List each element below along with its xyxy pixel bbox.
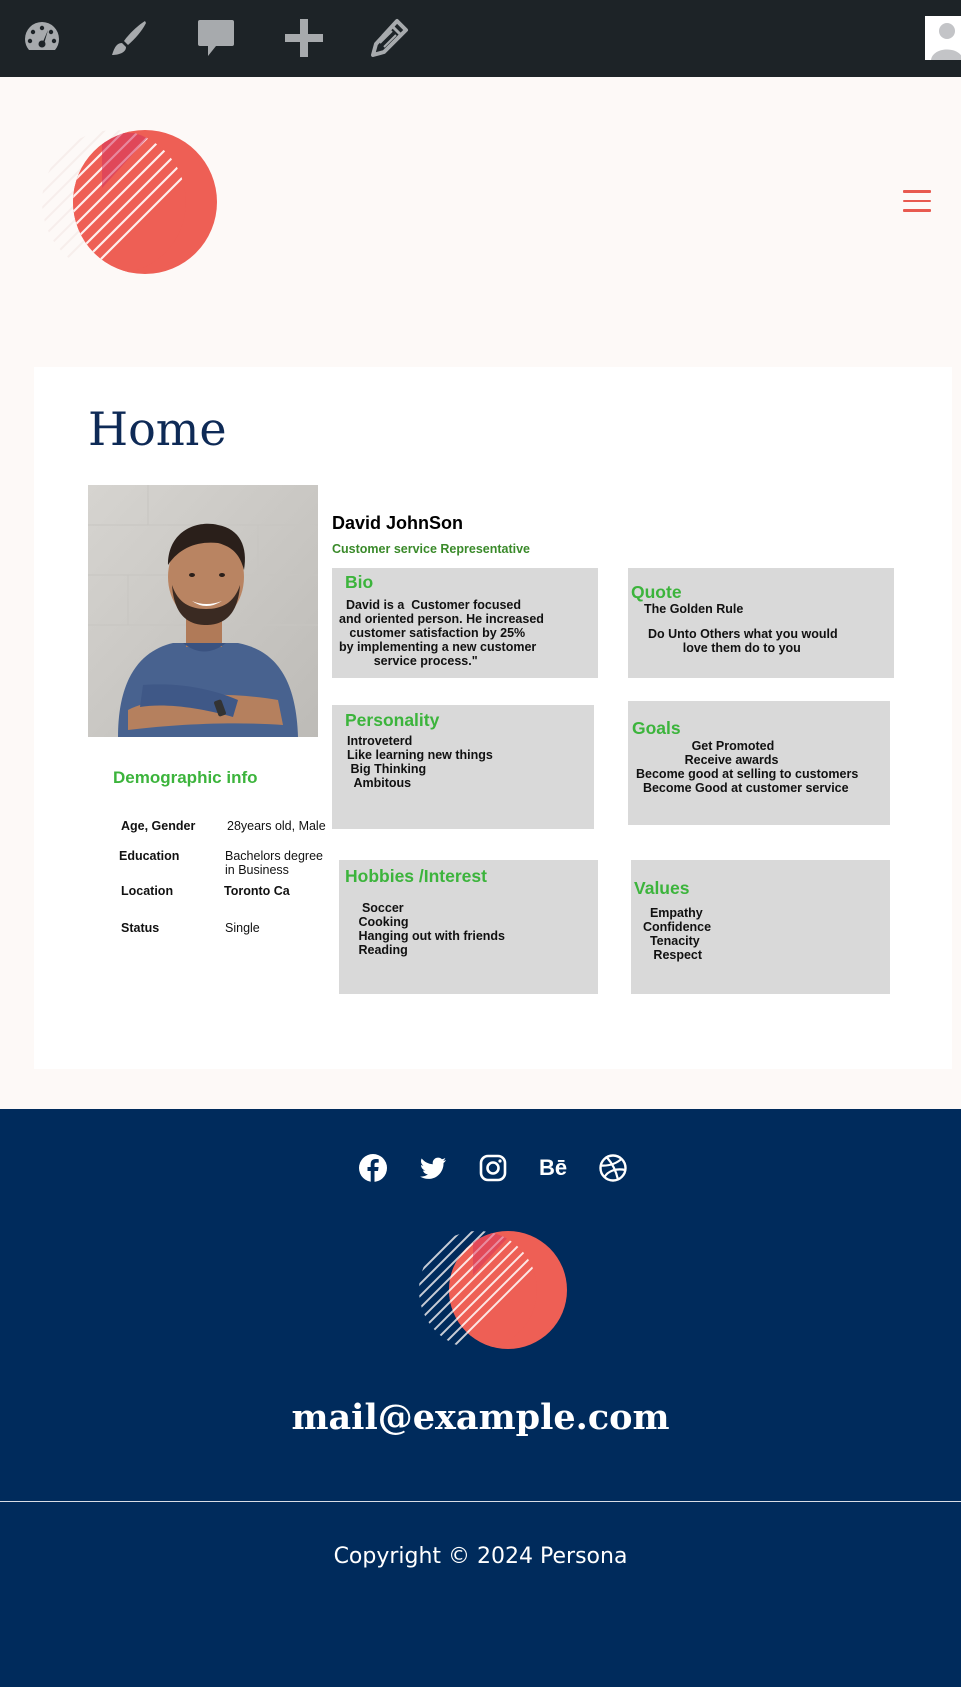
site-footer: Bē mail@example.com Copyright © 2024 Per… bbox=[0, 1109, 961, 1687]
demo-label-status: Status bbox=[121, 921, 160, 935]
demo-value-age: 28years old, Male bbox=[227, 819, 326, 833]
demo-label-location: Location bbox=[121, 884, 174, 898]
quote-box: Quote The Golden Rule Do Unto Others wha… bbox=[628, 568, 894, 678]
bio-box: Bio David is a Customer focused and orie… bbox=[332, 568, 598, 678]
copyright-text: Copyright © 2024 Persona bbox=[333, 1544, 628, 1569]
dribbble-icon[interactable] bbox=[598, 1153, 628, 1183]
hobbies-title: Hobbies /Interest bbox=[345, 866, 487, 886]
bio-text: David is a Customer focused and oriented… bbox=[339, 598, 544, 668]
goals-box: Goals Get Promoted Receive awards Become… bbox=[628, 701, 890, 825]
persona-role: Customer service Representative bbox=[332, 542, 531, 556]
pencil-icon[interactable] bbox=[367, 16, 411, 60]
personality-box: Personality Introveterd Like learning ne… bbox=[332, 705, 594, 829]
values-title: Values bbox=[634, 878, 690, 898]
persona-image: David JohnSon Customer service Represent… bbox=[88, 485, 906, 1015]
behance-label: Bē bbox=[538, 1155, 568, 1180]
facebook-icon[interactable] bbox=[358, 1153, 388, 1183]
bio-title: Bio bbox=[345, 572, 374, 592]
demo-label-age: Age, Gender bbox=[121, 819, 196, 833]
persona-photo bbox=[88, 485, 318, 737]
behance-icon[interactable]: Bē bbox=[538, 1153, 568, 1183]
user-avatar[interactable] bbox=[925, 16, 961, 60]
hobbies-text: Soccer Cooking Hanging out with friends … bbox=[358, 901, 505, 957]
admin-bar bbox=[0, 0, 961, 77]
personality-text: Introveterd Like learning new things Big… bbox=[347, 734, 493, 790]
hamburger-icon bbox=[903, 190, 931, 193]
quote-title: Quote bbox=[631, 582, 682, 602]
persona-name: David JohnSon bbox=[332, 513, 464, 533]
page-title: Home bbox=[88, 402, 227, 456]
instagram-icon[interactable] bbox=[478, 1153, 508, 1183]
menu-toggle-button[interactable] bbox=[903, 190, 931, 214]
footer-email-link[interactable]: mail@example.com bbox=[0, 1397, 961, 1438]
dashboard-icon[interactable] bbox=[20, 16, 64, 60]
footer-logo[interactable] bbox=[418, 1230, 568, 1350]
demo-value-status: Single bbox=[225, 921, 260, 935]
demo-label-education: Education bbox=[119, 849, 180, 863]
site-logo[interactable] bbox=[42, 128, 227, 276]
demographic-title: Demographic info bbox=[113, 768, 258, 787]
hamburger-line bbox=[903, 199, 931, 202]
brush-icon[interactable] bbox=[107, 16, 151, 60]
footer-divider bbox=[0, 1501, 961, 1502]
demo-value-education: Bachelors degree in Business bbox=[225, 849, 323, 877]
quote-line-1: The Golden Rule bbox=[644, 602, 744, 616]
values-box: Values Empathy Confidence Tenacity Respe… bbox=[631, 860, 890, 994]
comment-icon[interactable] bbox=[194, 16, 238, 60]
twitter-icon[interactable] bbox=[418, 1153, 448, 1183]
values-text: Empathy Confidence Tenacity Respect bbox=[643, 906, 712, 962]
hamburger-line bbox=[903, 209, 931, 212]
personality-title: Personality bbox=[345, 710, 440, 730]
hobbies-box: Hobbies /Interest Soccer Cooking Hanging… bbox=[339, 860, 598, 994]
goals-text: Get Promoted Receive awards Become good … bbox=[636, 739, 859, 795]
plus-icon[interactable] bbox=[282, 16, 326, 60]
goals-title: Goals bbox=[632, 718, 681, 738]
quote-line-2: Do Unto Others what you would love them … bbox=[648, 627, 838, 655]
demo-value-location: Toronto Ca bbox=[224, 884, 290, 898]
